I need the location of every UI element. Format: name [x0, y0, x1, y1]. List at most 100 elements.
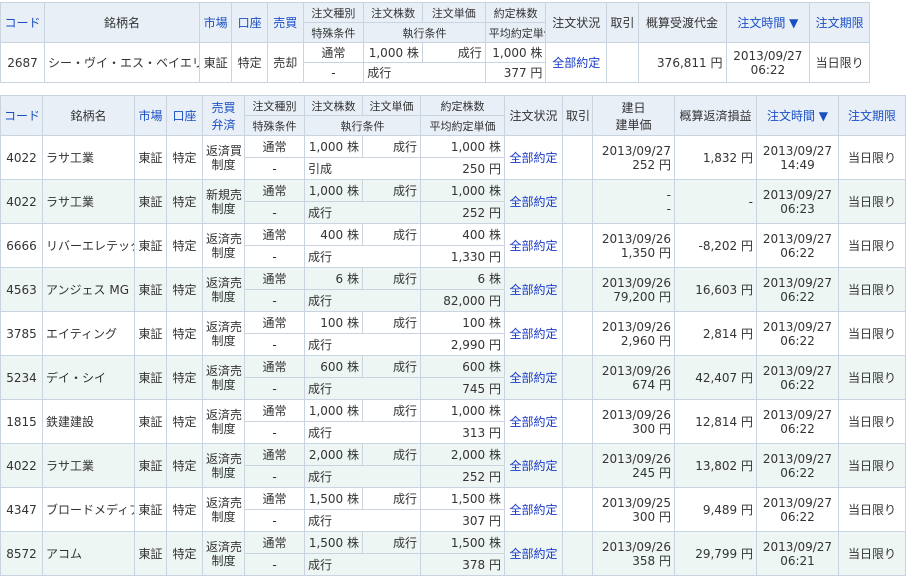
table-row: 1815 鉄建建設 東証 特定 返済売 制度 通常 1,000 株成行 1,000 株全部約定 2…: [0, 399, 906, 444]
status-link[interactable]: 全部約定: [504, 223, 563, 268]
cell-price: 成行: [421, 42, 486, 63]
col-qty: 注文株数: [304, 95, 363, 116]
cell-special: -: [244, 553, 305, 576]
cell-expiry: 当日限り: [838, 311, 906, 356]
status-link[interactable]: 全部約定: [504, 267, 563, 312]
cell-exec: 成行: [304, 421, 421, 444]
status-link[interactable]: 全部約定: [504, 311, 563, 356]
col-account[interactable]: 口座: [166, 95, 203, 136]
col-expiry[interactable]: 注文期限: [838, 95, 906, 136]
open-price: 245 円: [632, 465, 671, 480]
col-market[interactable]: 市場: [134, 95, 167, 136]
status-link[interactable]: 全部約定: [545, 42, 608, 83]
cell-account: 特定: [166, 267, 203, 312]
cell-pl: 29,799 円: [674, 531, 757, 576]
cell-qty: 1,000 株: [363, 42, 423, 63]
status-link[interactable]: 全部約定: [504, 179, 563, 224]
status-link[interactable]: 全部約定: [504, 355, 563, 400]
cell-name: アンジェス MG: [42, 267, 135, 312]
cell-time: 2013/09/27 06:23: [756, 179, 839, 224]
order-date: 2013/09/27: [762, 363, 833, 378]
col-market[interactable]: 市場: [198, 2, 233, 43]
order-date: 2013/09/27: [762, 319, 833, 334]
cell-qty: 400 株: [304, 223, 363, 246]
order-time: 06:22: [780, 245, 815, 260]
cell-type: 通常: [244, 179, 305, 202]
side-sub-label: 制度: [211, 157, 236, 172]
cell-pl: 42,407 円: [674, 355, 757, 400]
col-code[interactable]: コード: [0, 95, 43, 136]
cell-market: 東証: [134, 531, 167, 576]
cell-side: 返済売 制度: [202, 267, 245, 312]
cell-filled: 1,500 株: [420, 531, 505, 554]
cell-special: -: [244, 157, 305, 180]
cell-price: 成行: [362, 399, 421, 422]
order-time: 06:22: [780, 421, 815, 436]
order-date: 2013/09/27: [733, 48, 803, 63]
col-code[interactable]: コード: [0, 2, 45, 43]
cell-open: 2013/09/26 300 円: [592, 399, 675, 444]
status-link[interactable]: 全部約定: [504, 135, 563, 180]
col-avg-price: 平均約定単価: [420, 115, 505, 136]
open-date: 2013/09/26: [601, 407, 671, 422]
col-name: 銘柄名: [42, 95, 135, 136]
col-special: 特殊条件: [244, 115, 305, 136]
col-expiry[interactable]: 注文期限: [809, 2, 870, 43]
cell-price: 成行: [362, 487, 421, 510]
col-account[interactable]: 口座: [231, 2, 268, 43]
order-date: 2013/09/27: [762, 187, 833, 202]
status-link[interactable]: 全部約定: [504, 399, 563, 444]
cell-side: 返済売 制度: [202, 487, 245, 532]
table-row: 4022 ラサ工業 東証 特定 返済買 制度 通常 1,000 株成行 1,000 株全部約定 2…: [0, 135, 906, 180]
col-open-date-label: 建日: [621, 100, 646, 115]
col-time[interactable]: 注文時間 ▼: [725, 2, 811, 43]
cell-avg: 307 円: [420, 509, 505, 532]
open-date: 2013/09/26: [601, 363, 671, 378]
cell-code: 3785: [0, 311, 43, 356]
col-side[interactable]: 売買 弁済: [202, 95, 245, 136]
col-status: 注文状況: [504, 95, 563, 136]
col-side[interactable]: 売買: [266, 2, 304, 43]
side-sub-label: 制度: [211, 289, 236, 304]
order-date: 2013/09/27: [762, 143, 833, 158]
table-row: 4347 ブロードメディア 東証 特定 返済売 制度 通常 1,500 株成行 1,500 株全…: [0, 487, 906, 532]
col-time[interactable]: 注文時間 ▼: [756, 95, 839, 136]
side-sub-label: 制度: [211, 333, 236, 348]
side-label: 返済買: [206, 143, 243, 158]
cell-special: -: [244, 377, 305, 400]
cell-avg: 2,990 円: [420, 333, 505, 356]
order-date: 2013/09/27: [762, 451, 833, 466]
cell-type: 通常: [244, 223, 305, 246]
col-qty: 注文株数: [363, 2, 423, 23]
order-date: 2013/09/27: [762, 275, 833, 290]
table-row: 3785 エイティング 東証 特定 返済売 制度 通常 100 株成行 100 株全部約定 201…: [0, 311, 906, 356]
status-link[interactable]: 全部約定: [504, 531, 563, 576]
cell-time: 2013/09/27 06:22: [756, 487, 839, 532]
side-label: 返済売: [206, 319, 243, 334]
cell-name: シー・ヴイ・エス・ベイエリア: [43, 42, 200, 83]
cell-filled: 600 株: [420, 355, 505, 378]
cell-side: 返済売 制度: [202, 443, 245, 488]
cell-market: 東証: [134, 355, 167, 400]
cell-qty: 1,500 株: [304, 487, 363, 510]
col-filled: 約定株数: [420, 95, 505, 116]
side-sub-label: 制度: [211, 421, 236, 436]
status-link[interactable]: 全部約定: [504, 487, 563, 532]
cell-filled: 400 株: [420, 223, 505, 246]
cell-price: 成行: [362, 267, 421, 290]
cell-pl: 1,832 円: [674, 135, 757, 180]
cell-account: 特定: [166, 531, 203, 576]
open-date: 2013/09/26: [601, 451, 671, 466]
cell-time: 2013/09/27 06:22: [756, 267, 839, 312]
cell-name: アコム: [42, 531, 135, 576]
cell-cancel: [562, 443, 593, 488]
cell-avg: 745 円: [420, 377, 505, 400]
col-exec-cond: 執行条件: [363, 22, 486, 43]
cell-market: 東証: [134, 135, 167, 180]
cell-account: 特定: [166, 311, 203, 356]
cell-name: 鉄建建設: [42, 399, 135, 444]
cell-avg: 82,000 円: [420, 289, 505, 312]
status-link[interactable]: 全部約定: [504, 443, 563, 488]
cell-cancel: [606, 42, 639, 83]
cell-time: 2013/09/27 06:21: [756, 531, 839, 576]
